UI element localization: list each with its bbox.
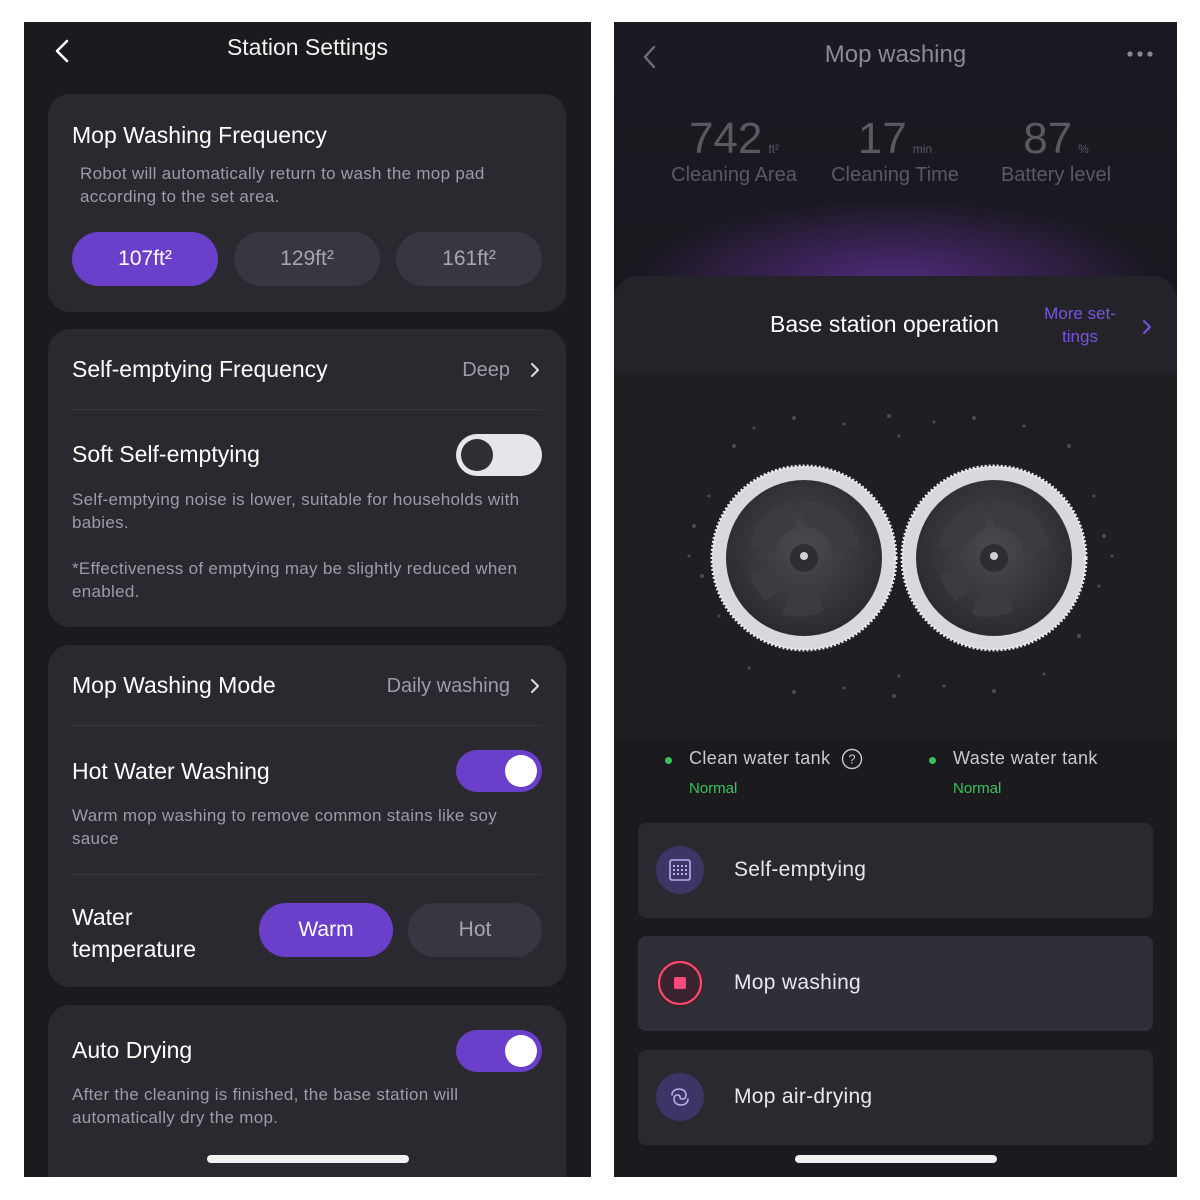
self-emptying-card: Self-emptying Frequency Deep Soft Self-e…: [48, 329, 566, 627]
svg-text:?: ?: [848, 752, 855, 767]
page-title: Mop washing: [824, 41, 967, 68]
action-label: Mop washing: [734, 971, 862, 994]
more-options-icon[interactable]: [1125, 44, 1155, 64]
operation-title: Base station operation: [770, 311, 999, 337]
chevron-right-icon: [531, 363, 539, 377]
help-icon[interactable]: ?: [841, 748, 863, 770]
stat-label: Battery level: [1000, 164, 1112, 186]
mop-washing-mode-row[interactable]: Mop Washing Mode Daily washing: [48, 645, 566, 725]
toggle-knob: [505, 755, 537, 787]
mop-washing-mode-label: Mop Washing Mode: [72, 672, 276, 698]
stat-unit: %: [1078, 142, 1089, 156]
stat-cleaning-area: 742 ft² Cleaning Area: [644, 114, 824, 187]
action-label: Self-emptying: [734, 858, 867, 881]
mop-washing-icon: [656, 959, 704, 1007]
stat-label: Cleaning Area: [671, 164, 797, 186]
mop-washing-button[interactable]: Mop washing: [638, 936, 1153, 1031]
status-dot: [929, 757, 936, 764]
self-emptying-frequency-label: Self-emptying Frequency: [72, 356, 328, 382]
soft-self-emptying-label: Soft Self-emptying: [72, 441, 260, 467]
status-dot: [665, 757, 672, 764]
self-emptying-button[interactable]: Self-emptying: [638, 823, 1153, 918]
home-indicator: [207, 1155, 409, 1163]
hot-water-washing-toggle[interactable]: [456, 750, 542, 792]
stat-value: 742: [688, 114, 763, 163]
more-settings-line2: tings: [1062, 327, 1098, 346]
divider: [72, 874, 542, 875]
soft-self-emptying-toggle[interactable]: [456, 434, 542, 476]
water-temp-hot-option[interactable]: Hot: [408, 903, 542, 957]
toggle-knob: [505, 1035, 537, 1067]
base-station-operation-panel: Base station operation More set- tings: [614, 276, 1177, 738]
stat-value: 17: [857, 114, 907, 163]
more-settings-link[interactable]: More set- tings: [1032, 302, 1128, 348]
stat-label: Cleaning Time: [831, 164, 959, 186]
tank-status: Normal: [689, 780, 738, 797]
dustbin-icon: [656, 846, 704, 894]
mop-washing-mode-card: Mop Washing Mode Daily washing Hot Water…: [48, 645, 566, 987]
auto-drying-description: After the cleaning is finished, the base…: [72, 1085, 459, 1127]
hot-water-washing-label: Hot Water Washing: [72, 758, 270, 784]
soft-self-emptying-description: Self-emptying noise is lower, suitable f…: [72, 490, 520, 532]
auto-drying-label: Auto Drying: [72, 1037, 193, 1063]
soft-self-emptying-note: *Effectiveness of emptying may be slight…: [72, 559, 518, 601]
mop-washing-screen: Mop washing 742 ft² Cleaning Area 17 min C…: [614, 22, 1177, 1177]
toggle-knob: [461, 439, 493, 471]
chevron-right-icon: [531, 679, 539, 693]
frequency-option-107[interactable]: 107ft²: [72, 232, 218, 286]
tank-name: Waste water tank: [953, 748, 1098, 768]
water-temperature-label-line1: Water: [72, 904, 133, 930]
self-emptying-frequency-row[interactable]: Self-emptying Frequency Deep: [48, 329, 566, 409]
tank-name: Clean water tank: [689, 748, 831, 768]
divider: [72, 409, 542, 410]
page-title: Station Settings: [226, 34, 389, 60]
frequency-option-129[interactable]: 129ft²: [234, 232, 380, 286]
stat-unit: min: [912, 142, 933, 156]
stat-value: 87: [1023, 114, 1073, 163]
air-drying-icon: [656, 1073, 704, 1121]
tank-status: Normal: [953, 780, 1002, 797]
divider: [72, 725, 542, 726]
water-temperature-label: Water temperature: [72, 901, 196, 965]
stat-cleaning-time: 17 min Cleaning Time: [805, 114, 985, 187]
mop-washing-frequency-card: Mop Washing Frequency Robot will automat…: [48, 94, 566, 312]
mop-pads-illustration: [687, 414, 1114, 698]
frequency-option-161[interactable]: 161ft²: [396, 232, 542, 286]
action-label: Mop air-drying: [734, 1085, 873, 1108]
chevron-right-icon[interactable]: [1141, 318, 1153, 336]
mop-air-drying-button[interactable]: Mop air-drying: [638, 1050, 1153, 1145]
self-emptying-frequency-value: Deep: [462, 359, 510, 381]
more-settings-line1: More set-: [1044, 304, 1116, 323]
stat-battery-level: 87% Battery level: [966, 114, 1146, 187]
auto-drying-toggle[interactable]: [456, 1030, 542, 1072]
station-settings-screen: Station Settings Mop Washing Frequency R…: [24, 22, 591, 1177]
hot-water-washing-description: Warm mop washing to remove common stains…: [72, 806, 498, 848]
stat-unit: ft²: [768, 142, 780, 156]
mop-washing-frequency-title: Mop Washing Frequency: [72, 122, 327, 148]
auto-drying-card: Auto Drying After the cleaning is finish…: [48, 1005, 566, 1177]
mop-washing-frequency-description: Robot will automatically return to wash …: [80, 164, 485, 206]
home-indicator: [795, 1155, 997, 1163]
mop-animation-area: [614, 372, 1177, 738]
water-temperature-label-line2: temperature: [72, 936, 197, 962]
water-temp-warm-option[interactable]: Warm: [259, 903, 393, 957]
header: Station Settings: [24, 22, 591, 78]
mop-washing-mode-value: Daily washing: [386, 675, 510, 697]
